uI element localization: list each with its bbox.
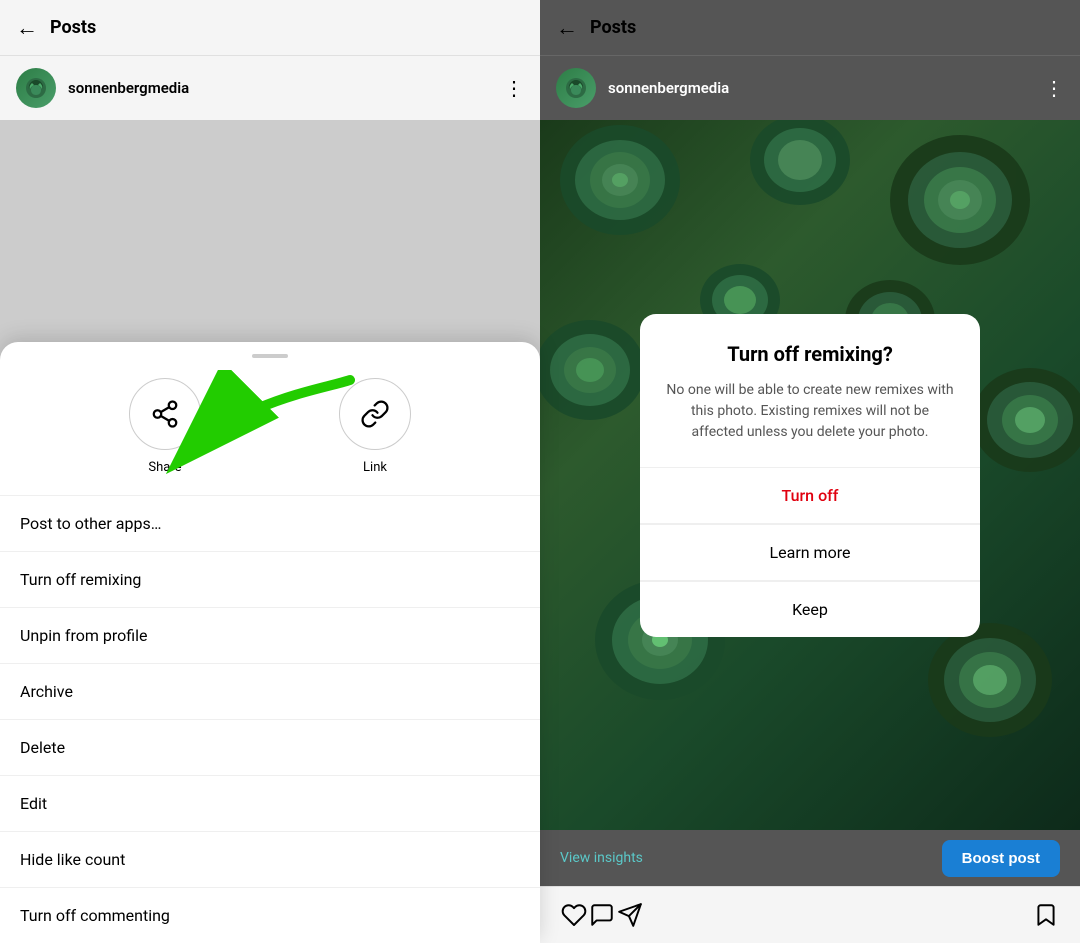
sheet-handle — [0, 342, 540, 366]
handle-bar — [252, 354, 288, 358]
more-options-right[interactable]: ⋮ — [1044, 76, 1064, 100]
right-user-row: sonnenbergmedia ⋮ — [540, 56, 1080, 120]
learn-more-button[interactable]: Learn more — [640, 525, 980, 581]
menu-item-post-to-other-apps[interactable]: Post to other apps… — [0, 496, 540, 552]
share-icon-circle — [129, 378, 201, 450]
dialog-title: Turn off remixing? — [664, 342, 956, 366]
username-left: sonnenbergmedia — [68, 79, 504, 97]
dialog-description: No one will be able to create new remixe… — [664, 380, 956, 443]
left-user-row: sonnenbergmedia ⋮ — [0, 56, 540, 120]
bottom-bar: View insights Boost post — [540, 830, 1080, 886]
menu-list: Post to other apps… Turn off remixing Un… — [0, 496, 540, 943]
left-header: ← Posts — [0, 0, 540, 56]
bottom-sheet: Share Link Post to other apps… Turn off … — [0, 342, 540, 943]
back-button-left[interactable]: ← — [16, 15, 38, 41]
dialog-content: Turn off remixing? No one will be able t… — [640, 314, 980, 443]
right-header: ← Posts — [540, 0, 1080, 56]
heart-button[interactable] — [560, 901, 588, 929]
left-page-title: Posts — [50, 17, 494, 38]
menu-item-hide-like-count[interactable]: Hide like count — [0, 832, 540, 888]
username-right: sonnenbergmedia — [608, 79, 1044, 97]
keep-button[interactable]: Keep — [640, 582, 980, 637]
menu-item-unpin[interactable]: Unpin from profile — [0, 608, 540, 664]
menu-item-edit[interactable]: Edit — [0, 776, 540, 832]
menu-item-delete[interactable]: Delete — [0, 720, 540, 776]
turn-off-button[interactable]: Turn off — [640, 468, 980, 524]
share-button[interactable]: Share — [129, 378, 201, 475]
share-row: Share Link — [0, 366, 540, 496]
bottom-actions — [540, 886, 1080, 943]
menu-item-archive[interactable]: Archive — [0, 664, 540, 720]
dialog-card: Turn off remixing? No one will be able t… — [640, 314, 980, 637]
bookmark-button[interactable] — [1032, 901, 1060, 929]
share-label: Share — [148, 460, 181, 475]
right-panel: ← Posts sonnenbergmedia ⋮ — [540, 0, 1080, 943]
avatar-right — [556, 68, 596, 108]
menu-item-turn-off-remixing[interactable]: Turn off remixing — [0, 552, 540, 608]
comment-button[interactable] — [588, 901, 616, 929]
background-image: Turn off remixing? No one will be able t… — [540, 120, 1080, 830]
more-options-left[interactable]: ⋮ — [504, 76, 524, 100]
left-panel: ← Posts sonnenbergmedia ⋮ — [0, 0, 540, 943]
view-insights-link[interactable]: View insights — [560, 850, 643, 866]
back-button-right[interactable]: ← — [556, 15, 578, 41]
right-page-title: Posts — [590, 17, 1034, 38]
link-icon-circle — [339, 378, 411, 450]
share-post-button[interactable] — [616, 901, 644, 929]
link-label: Link — [363, 460, 387, 475]
menu-item-turn-off-commenting[interactable]: Turn off commenting — [0, 888, 540, 943]
boost-post-button[interactable]: Boost post — [942, 840, 1060, 877]
avatar-left — [16, 68, 56, 108]
link-button[interactable]: Link — [339, 378, 411, 475]
